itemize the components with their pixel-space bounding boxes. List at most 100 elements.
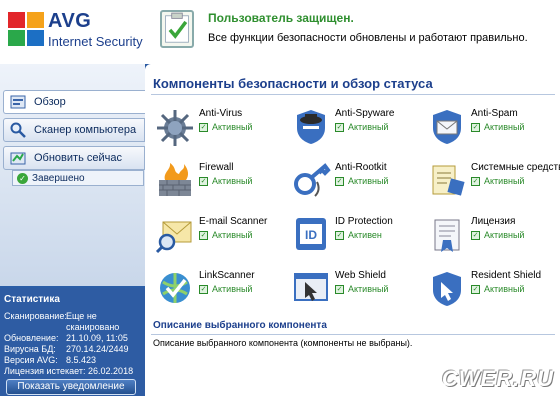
stat-key: Обновление:	[4, 333, 59, 343]
component-status: ✓ Активный	[471, 122, 524, 132]
stat-value: 26.02.2018	[88, 366, 134, 376]
component-status-label: Активный	[348, 122, 389, 132]
nav-overview[interactable]: Обзор	[3, 90, 145, 114]
checkbox-check-icon: ✓	[335, 230, 344, 240]
description-text: Описание выбранного компонента (компонен…	[153, 338, 413, 348]
stat-row: Лицензия истекает: 26.02.2018	[4, 366, 141, 377]
component-name: Resident Shield	[471, 270, 542, 281]
stat-value: 21.10.09, 11:05	[66, 333, 128, 343]
system-tools-icon	[432, 165, 465, 196]
component-email-scanner[interactable]: E-mail Scanner ✓ Активный	[155, 214, 293, 260]
description-title: Описание выбранного компонента	[153, 320, 327, 331]
stat-row: Сканирование: Еще не	[4, 311, 141, 322]
resident-shield-icon	[433, 272, 461, 306]
component-anti-spam[interactable]: Anti-Spam ✓ Активный	[427, 106, 560, 152]
clipboard-check-icon	[160, 10, 194, 48]
component-anti-virus[interactable]: Anti-Virus ✓ Активный	[155, 106, 293, 152]
component-license[interactable]: Лицензия ✓ Активный	[427, 214, 560, 260]
nav-computer-scanner-label: Сканер компьютера	[34, 124, 137, 136]
license-icon	[434, 219, 460, 252]
stat-value: Еще не	[66, 311, 97, 321]
firewall-icon	[159, 163, 191, 196]
component-status: ✓ Активный	[335, 284, 388, 294]
stat-row: Обновление: 21.10.09, 11:05	[4, 333, 141, 344]
logo-product: Internet Security	[48, 34, 143, 49]
component-status: ✓ Активный	[199, 230, 252, 240]
antirootkit-icon	[294, 163, 331, 197]
show-notification-button[interactable]: Показать уведомление	[6, 379, 136, 395]
check-circle-icon: ✓	[17, 172, 28, 184]
component-status-label: Активный	[484, 284, 525, 294]
stat-value: сканировано	[66, 322, 120, 332]
nav-computer-scanner[interactable]: Сканер компьютера	[3, 118, 145, 142]
protection-status-description: Все функции безопасности обновлены и раб…	[208, 32, 528, 44]
checkbox-check-icon: ✓	[335, 284, 344, 294]
nav-overview-label: Обзор	[34, 96, 66, 108]
stat-key: Версия AVG:	[4, 355, 58, 365]
component-system-tools[interactable]: Системные средства ✓ Активный	[427, 160, 560, 206]
email-scanner-icon	[155, 221, 192, 254]
checkbox-check-icon: ✓	[199, 176, 208, 186]
web-shield-icon	[294, 273, 328, 301]
checkbox-check-icon: ✓	[199, 122, 208, 132]
watermark-logo: CWER.RU	[441, 366, 554, 391]
linkscanner-icon	[160, 273, 190, 303]
nav-update-now[interactable]: Обновить сейчас	[3, 146, 145, 170]
component-name: Лицензия	[471, 216, 516, 227]
main-panel: Компоненты безопасности и обзор статуса …	[145, 64, 560, 396]
component-name: LinkScanner	[199, 270, 255, 281]
avg-logo-mark-icon	[8, 12, 44, 46]
app-header: AVG Internet Security Пользователь защищ…	[0, 0, 560, 64]
checkbox-check-icon: ✓	[471, 122, 480, 132]
update-status: ✓ Завершено	[12, 170, 144, 186]
component-name: Системные средства	[471, 162, 560, 173]
magnifier-icon	[10, 122, 26, 138]
component-status: ✓ Активный	[471, 230, 524, 240]
protection-status-title: Пользователь защищен.	[208, 11, 354, 25]
component-linkscanner[interactable]: LinkScanner ✓ Активный	[155, 268, 293, 314]
component-status-label: Активный	[212, 230, 253, 240]
component-name: Anti-Rootkit	[335, 162, 387, 173]
stat-key: Сканирование:	[4, 311, 67, 321]
stat-key: Вирусна БД:	[4, 344, 56, 354]
component-status: ✓ Активный	[199, 176, 252, 186]
component-status: ✓ Активный	[199, 284, 252, 294]
component-status: ✓ Активный	[471, 284, 524, 294]
divider	[151, 334, 555, 335]
stat-row: Версия AVG: 8.5.423	[4, 355, 141, 366]
divider	[151, 94, 555, 95]
logo-brand: AVG	[48, 10, 92, 32]
component-status: ✓ Активен	[335, 230, 382, 240]
checkbox-check-icon: ✓	[335, 176, 344, 186]
update-status-label: Завершено	[32, 172, 85, 184]
component-name: Web Shield	[335, 270, 386, 281]
component-status-label: Активный	[212, 176, 253, 186]
antivirus-icon	[157, 110, 193, 146]
sidebar-nav-area: Обзор Сканер компьютера Обновить сейчас …	[0, 64, 145, 286]
checkbox-check-icon: ✓	[471, 284, 480, 294]
component-name: Firewall	[199, 162, 234, 173]
component-name: ID Protection	[335, 216, 393, 227]
stat-value: 8.5.423	[66, 355, 97, 365]
component-web-shield[interactable]: Web Shield ✓ Активный	[291, 268, 429, 314]
component-resident-shield[interactable]: Resident Shield ✓ Активный	[427, 268, 560, 314]
component-firewall[interactable]: Firewall ✓ Активный	[155, 160, 293, 206]
component-status-label: Активный	[484, 230, 525, 240]
antispyware-icon	[297, 110, 325, 144]
stat-value: 270.14.24/2449	[66, 344, 129, 354]
component-name: Anti-Virus	[199, 108, 243, 119]
component-status-label: Активный	[212, 122, 253, 132]
checkbox-check-icon: ✓	[199, 284, 208, 294]
component-id-protection[interactable]: ID ID Protection ✓ Активен	[291, 214, 429, 260]
statistics-panel: Статистика Сканирование: Еще не сканиров…	[0, 288, 145, 396]
component-anti-rootkit[interactable]: Anti-Rootkit ✓ Активный	[291, 160, 429, 206]
stat-row: Вирусна БД: 270.14.24/2449	[4, 344, 141, 355]
component-status: ✓ Активный	[199, 122, 252, 132]
nav-update-now-label: Обновить сейчас	[34, 152, 122, 164]
avg-logo: AVG Internet Security	[8, 10, 143, 54]
component-name: Anti-Spyware	[335, 108, 395, 119]
sidebar: Обзор Сканер компьютера Обновить сейчас …	[0, 64, 145, 396]
checkbox-check-icon: ✓	[471, 176, 480, 186]
stat-row: сканировано	[4, 322, 141, 333]
component-anti-spyware[interactable]: Anti-Spyware ✓ Активный	[291, 106, 429, 152]
